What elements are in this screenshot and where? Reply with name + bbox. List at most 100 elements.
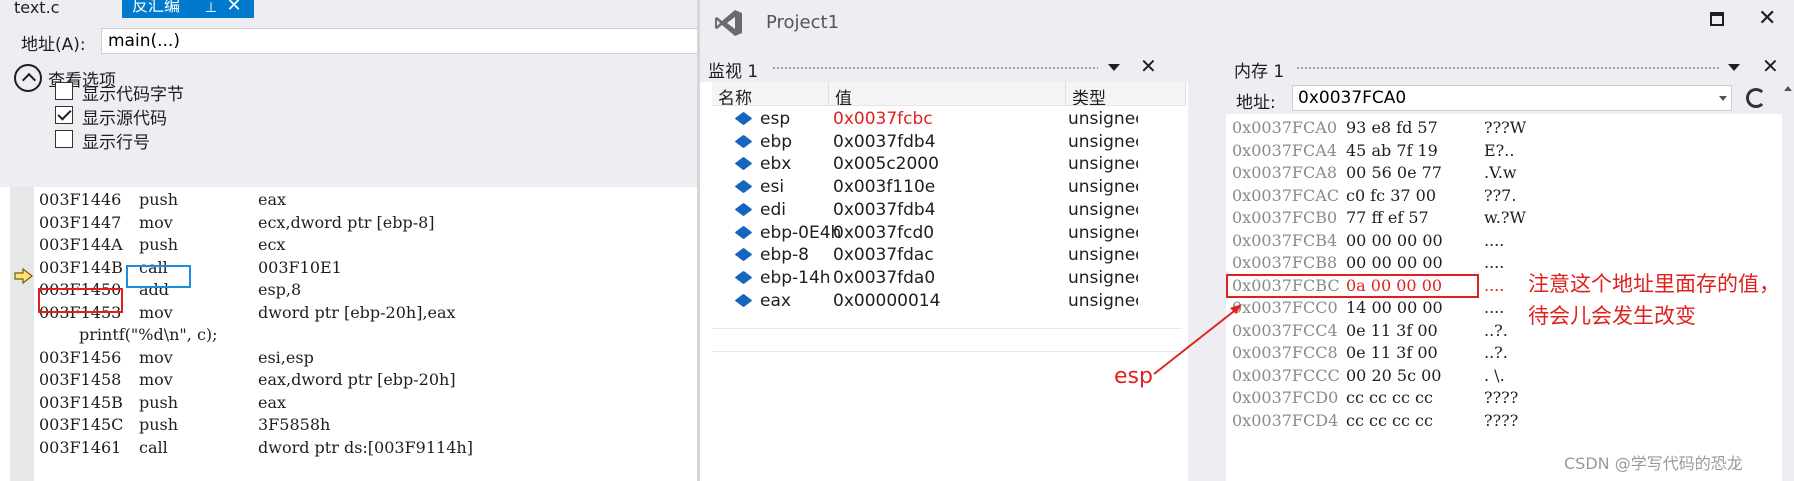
watch-panel-header: 监视 1 ✕	[700, 54, 1188, 82]
instruction-operands: esp,8	[258, 280, 302, 299]
watch-name: eax	[760, 290, 791, 311]
view-option-label: 显示代码字节	[82, 85, 184, 105]
scroll-up-icon[interactable]	[1784, 86, 1792, 91]
watch-value: 0x005c2000	[833, 154, 939, 175]
watch-row[interactable]: ebx 0x005c2000 unsignec	[712, 152, 1182, 175]
checkbox-unchecked-icon[interactable]	[55, 82, 73, 100]
annotation-esp-label: esp	[1114, 364, 1153, 389]
drag-grip[interactable]	[1296, 66, 1720, 71]
watch-row[interactable]: esi 0x003f110e unsignec	[712, 175, 1182, 198]
watch-name: edi	[760, 199, 786, 220]
memory-address: 0x0037FCB4	[1232, 230, 1338, 250]
memory-ascii: ????	[1484, 410, 1519, 430]
tab-text-c[interactable]: text.c	[0, 0, 122, 18]
breakpoint-margin[interactable]	[10, 187, 34, 481]
tab-disassembly[interactable]: 反汇编 ⊥ ✕	[122, 0, 254, 18]
watch-type: unsignec	[1068, 109, 1138, 129]
chevron-down-icon[interactable]	[1728, 64, 1740, 71]
instruction-operands: eax	[258, 190, 287, 209]
close-icon[interactable]: ✕	[1140, 54, 1157, 78]
watch-name: ebp	[760, 131, 793, 152]
memory-bytes: 0e 11 3f 00	[1346, 343, 1438, 362]
annotation-arrow	[1153, 304, 1242, 375]
memory-bytes: 00 00 00 00	[1346, 253, 1443, 272]
checkbox-unchecked-icon[interactable]	[55, 130, 73, 148]
view-option-label: 显示源代码	[82, 109, 167, 129]
instruction-operands: 3F5858h	[258, 415, 331, 434]
column-header-value[interactable]: 值	[829, 82, 1066, 106]
watch-panel: 监视 1 ✕ 名称 值 类型 esp 0x0037fcbc unsignec ebp 0…	[700, 54, 1188, 481]
watch-type: unsignec	[1068, 245, 1138, 266]
disassembly-panel: text.c 反汇编 ⊥ ✕ 地址(A): 查看选项 显示代码字节显示源代码显示…	[0, 0, 697, 481]
column-header-name[interactable]: 名称	[712, 82, 829, 106]
watch-type: unsignec	[1068, 131, 1138, 152]
variable-cube-icon	[734, 248, 753, 262]
instruction-mnemonic: call	[139, 437, 168, 457]
maximize-icon[interactable]	[1710, 12, 1724, 26]
instruction-mnemonic: push	[139, 235, 179, 254]
instruction-address: 003F1456	[39, 347, 122, 367]
watch-row[interactable]: ebp 0x0037fdb4 unsignec	[712, 130, 1182, 153]
instruction-mnemonic: mov	[139, 212, 173, 232]
watch-name: esp	[760, 109, 791, 129]
memory-address-label: 地址:	[1236, 93, 1276, 113]
memory-address-input[interactable]	[1292, 85, 1732, 111]
watch-row[interactable]: eax 0x00000014 unsignec	[712, 289, 1182, 312]
variable-cube-icon	[734, 225, 753, 239]
instruction-mnemonic: push	[139, 190, 179, 209]
watch-row[interactable]: edi 0x0037fdb4 unsignec	[712, 198, 1182, 221]
disassembly-code-view[interactable]: 003F1446 push eax 003F1447 mov ecx,dword ptr …	[0, 187, 697, 481]
watch-value: 0x0037fdac	[833, 245, 934, 266]
collapse-chevron-up-icon[interactable]	[14, 64, 42, 92]
address-label: 地址(A):	[21, 35, 86, 55]
column-header-type[interactable]: 类型	[1066, 82, 1186, 106]
pin-icon[interactable]: ⊥	[202, 0, 220, 16]
refresh-icon[interactable]	[1746, 88, 1766, 108]
memory-address: 0x0037FCA4	[1232, 140, 1337, 160]
memory-ascii: E?..	[1484, 140, 1515, 160]
address-input[interactable]	[101, 28, 697, 54]
view-option-label: 显示行号	[82, 133, 150, 153]
memory-ascii: ??7.	[1484, 185, 1517, 205]
memory-bytes: 00 56 0e 77	[1346, 163, 1442, 182]
memory-panel-title: 内存 1	[1234, 62, 1285, 82]
instruction-mnemonic: mov	[139, 370, 173, 389]
memory-address: 0x0037FCD0	[1232, 388, 1339, 407]
variable-cube-icon	[734, 134, 753, 148]
watch-panel-title: 监视 1	[708, 62, 759, 82]
instruction-address: 003F144A	[39, 235, 123, 254]
memory-bytes: cc cc cc cc	[1346, 410, 1433, 430]
memory-ascii: ....	[1484, 275, 1505, 295]
window-close-icon[interactable]: ✕	[1758, 6, 1776, 31]
memory-bytes: 77 ff ef 57	[1346, 208, 1429, 227]
instruction-operands: dword ptr ds:[003F9114h]	[258, 437, 473, 457]
drag-grip[interactable]	[772, 66, 1098, 71]
watch-value: 0x0037fdb4	[833, 199, 936, 220]
watch-row[interactable]: ebp-0E4h 0x0037fcd0 unsignec	[712, 221, 1182, 244]
memory-address-bar: 地址:	[1226, 82, 1794, 114]
variable-cube-icon	[734, 111, 753, 126]
tab-label: text.c	[14, 0, 60, 17]
memory-ascii: . \.	[1484, 365, 1505, 385]
instruction-operands: ecx,dword ptr [ebp-8]	[258, 212, 435, 232]
address-dropdown-icon[interactable]	[1719, 96, 1727, 101]
instruction-address: 003F1461	[39, 437, 122, 457]
chevron-down-icon[interactable]	[1108, 64, 1120, 71]
close-icon[interactable]: ✕	[1762, 54, 1779, 78]
watch-add-item-row[interactable]	[712, 328, 1182, 352]
title-bar: Project1 ✕	[700, 0, 1794, 46]
memory-bytes: 14 00 00 00	[1346, 298, 1443, 317]
watch-type: unsignec	[1068, 267, 1138, 288]
watermark: CSDN @学写代码的恐龙	[1564, 454, 1743, 473]
watch-row[interactable]: esp 0x0037fcbc unsignec	[712, 107, 1182, 130]
instruction-mnemonic: mov	[139, 347, 173, 367]
instruction-operands: eax	[258, 392, 287, 412]
watch-row[interactable]: ebp-14h 0x0037fda0 unsignec	[712, 266, 1182, 289]
watch-row[interactable]: ebp-8 0x0037fdac unsignec	[712, 243, 1182, 266]
memory-bytes: c0 fc 37 00	[1346, 185, 1436, 205]
close-icon[interactable]: ✕	[224, 0, 244, 16]
instruction-address: 003F144B	[39, 257, 123, 277]
window-title: Project1	[766, 12, 840, 33]
instruction-mnemonic: push	[139, 415, 179, 434]
checkbox-checked-icon[interactable]	[55, 106, 73, 124]
